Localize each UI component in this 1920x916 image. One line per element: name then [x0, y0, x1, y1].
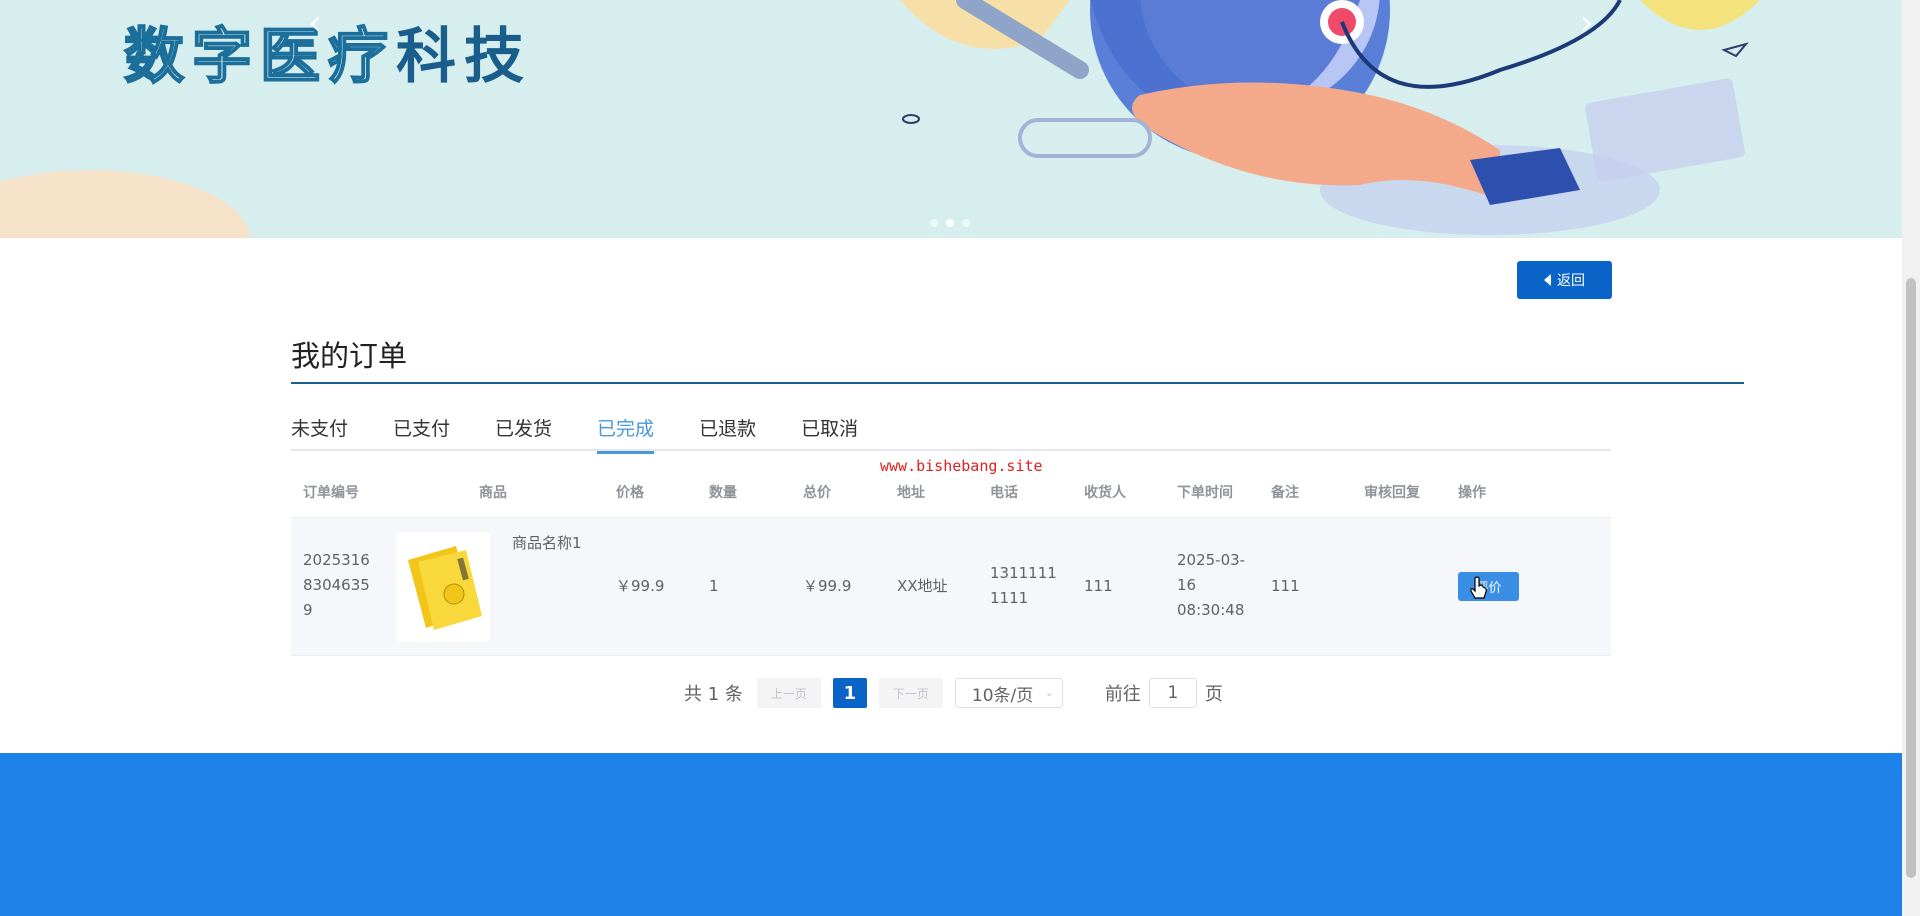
- header-audit-reply: 审核回复: [1364, 485, 1420, 501]
- chevron-down-icon: ⌄: [1044, 686, 1054, 699]
- scrollbar-thumb[interactable]: [1906, 278, 1916, 878]
- orders-table: 订单编号 商品 价格 数量 总价 地址 电话 收货人 下单时间 备注 审核回复 …: [291, 465, 1611, 656]
- price: ￥99.9: [616, 577, 665, 595]
- banner-title-solid: 科技: [396, 22, 532, 92]
- header-goods: 商品: [479, 485, 507, 501]
- banner-title: 数字医疗科技: [123, 21, 532, 93]
- header-order-no: 订单编号: [303, 485, 359, 501]
- carousel-indicators: [930, 219, 970, 227]
- page-size-select[interactable]: 10条/页 ⌄: [954, 678, 1063, 708]
- review-button[interactable]: 评价: [1458, 572, 1519, 601]
- table-header: 订单编号 商品 价格 数量 总价 地址 电话 收货人 下单时间 备注 审核回复 …: [291, 465, 1611, 518]
- header-phone: 电话: [990, 485, 1018, 501]
- order-no: 20253168304635 9: [303, 551, 370, 619]
- header-total: 总价: [803, 485, 831, 501]
- header-price: 价格: [616, 485, 644, 501]
- tab-refunded[interactable]: 已退款: [699, 414, 756, 454]
- pagination-total: 共 1 条: [684, 684, 743, 705]
- header-receiver: 收货人: [1084, 485, 1126, 501]
- back-button[interactable]: 返回: [1517, 261, 1612, 299]
- table-row: 20253168304635 9 商品名称1 ￥99.9 1 ￥99.9 XX地…: [291, 518, 1611, 656]
- order-time: 2025-03-16 08:30:48: [1177, 551, 1246, 619]
- header-note: 备注: [1271, 485, 1299, 501]
- title-divider: [291, 382, 1744, 384]
- banner-next-icon[interactable]: ›: [1580, 6, 1594, 40]
- banner-prev-icon[interactable]: ‹: [308, 6, 322, 40]
- tab-cancelled[interactable]: 已取消: [801, 414, 858, 454]
- note: 111: [1271, 577, 1300, 595]
- goto-label: 前往: [1104, 684, 1141, 705]
- next-page-button[interactable]: 下一页: [878, 678, 943, 708]
- page-title: 我的订单: [291, 339, 408, 373]
- header-qty: 数量: [709, 485, 737, 501]
- vertical-scrollbar[interactable]: [1902, 0, 1920, 916]
- carousel-dot[interactable]: [930, 219, 938, 227]
- prev-page-button[interactable]: 上一页: [756, 678, 821, 708]
- hero-banner: 数字医疗科技 ‹ ›: [0, 0, 1902, 238]
- total-price: ￥99.9: [803, 577, 852, 595]
- banner-title-outline: 数字医疗: [123, 21, 396, 93]
- tabs-divider: [291, 449, 1611, 451]
- header-address: 地址: [897, 485, 925, 501]
- page-size-value: 10条/页: [971, 685, 1034, 706]
- goto-page-input[interactable]: 1: [1148, 678, 1197, 708]
- page-suffix-label: 页: [1204, 684, 1223, 705]
- tab-unpaid[interactable]: 未支付: [291, 414, 348, 454]
- phone: 13111111111: [990, 564, 1057, 607]
- product-name[interactable]: 商品名称1: [512, 532, 582, 553]
- product-image[interactable]: [396, 532, 490, 642]
- tab-paid[interactable]: 已支付: [393, 414, 450, 454]
- header-operation: 操作: [1458, 485, 1486, 501]
- product-box-icon: [396, 532, 490, 642]
- hand-cursor-icon: [1470, 576, 1487, 599]
- carousel-dot-active[interactable]: [946, 219, 954, 227]
- pagination: 共 1 条 上一页 1 下一页 10条/页 ⌄ 前往 1 页: [684, 678, 1223, 708]
- carousel-dot[interactable]: [962, 219, 970, 227]
- header-order-time: 下单时间: [1177, 485, 1233, 501]
- quantity: 1: [709, 577, 719, 595]
- caret-left-icon: [1544, 274, 1551, 286]
- tab-completed[interactable]: 已完成: [597, 414, 655, 454]
- page-number-current[interactable]: 1: [832, 678, 867, 708]
- page-footer: [0, 753, 1902, 916]
- tab-shipped[interactable]: 已发货: [495, 414, 552, 454]
- back-button-label: 返回: [1557, 273, 1585, 289]
- address: XX地址: [897, 577, 948, 595]
- receiver: 111: [1084, 577, 1113, 595]
- order-status-tabs: 未支付 已支付 已发货 已完成 已退款 已取消: [291, 414, 903, 454]
